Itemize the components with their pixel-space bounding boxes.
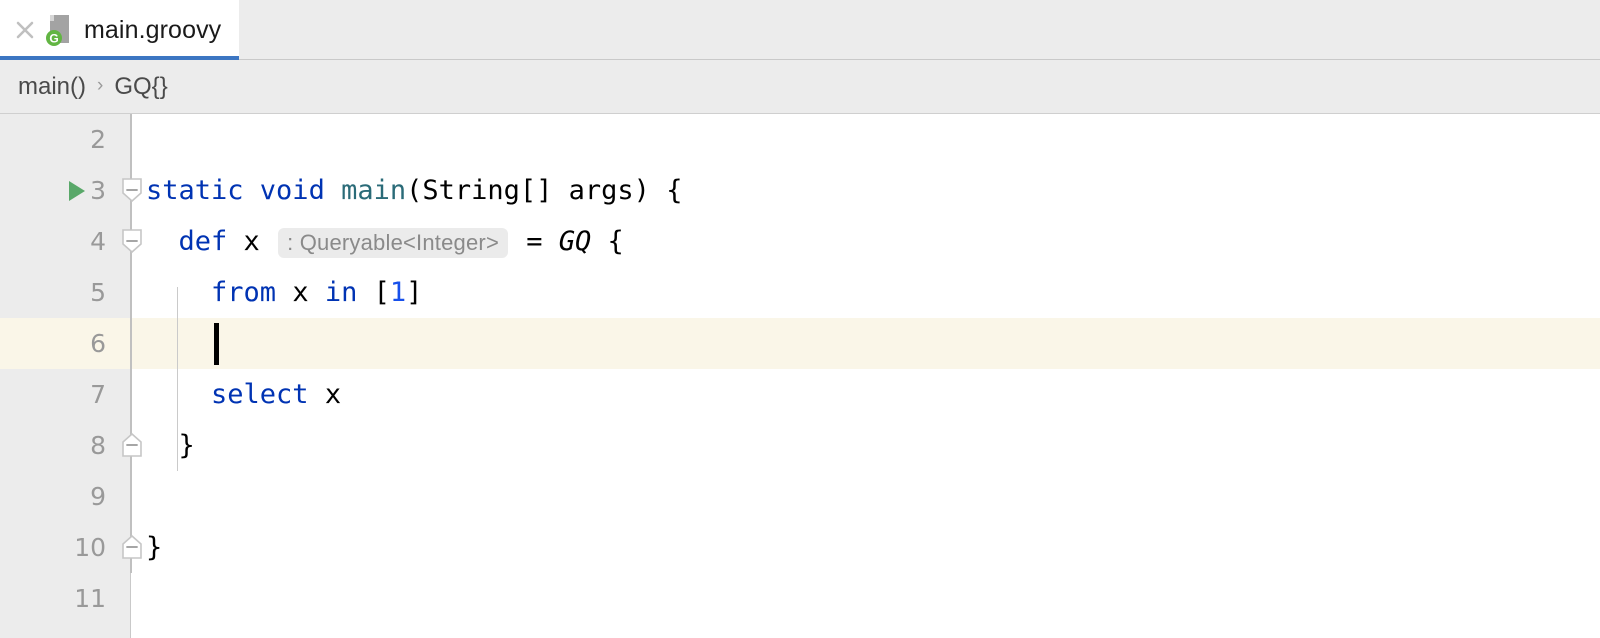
breadcrumb: main() › GQ{} [0, 60, 1600, 114]
line-number[interactable]: 10 [0, 533, 106, 562]
code-text[interactable]: from x in [1] [131, 267, 1600, 318]
close-icon[interactable] [10, 15, 40, 45]
line-number[interactable]: 2 [0, 125, 106, 154]
editor-tab-main-groovy[interactable]: G main.groovy [0, 0, 240, 60]
fold-expand-icon[interactable] [119, 533, 145, 563]
chevron-right-icon: › [97, 75, 104, 96]
code-line[interactable]: 2 [0, 114, 1600, 165]
code-line[interactable]: 6 [0, 318, 1600, 369]
code-token: 1 [389, 277, 407, 308]
code-line[interactable]: 8 } [0, 420, 1600, 471]
tab-active-underline [0, 56, 240, 60]
code-token: x [308, 379, 342, 410]
code-token: GQ [558, 225, 592, 257]
code-token: select [211, 379, 309, 410]
fold-expand-icon[interactable] [119, 431, 145, 461]
svg-text:G: G [49, 32, 58, 46]
editor-tab-bar: G main.groovy [0, 0, 1600, 60]
code-token: static [146, 175, 260, 206]
code-line[interactable]: 4 def x : Queryable<Integer> = GQ { [0, 216, 1600, 267]
code-token: (String[] args) { [406, 175, 683, 206]
code-text[interactable]: static void main(String[] args) { [131, 165, 1600, 216]
line-number[interactable]: 3 [0, 176, 106, 205]
line-number[interactable]: 5 [0, 278, 106, 307]
line-number[interactable]: 8 [0, 431, 106, 460]
code-token: [ [357, 277, 390, 308]
line-number[interactable]: 4 [0, 227, 106, 256]
text-caret [214, 323, 219, 365]
code-editor[interactable]: 2 3 static void main(String[] args) {4 def… [0, 114, 1600, 638]
inlay-type-hint: : Queryable<Integer> [278, 227, 508, 258]
breadcrumb-item-main[interactable]: main() [18, 73, 86, 101]
code-text[interactable]: } [131, 420, 1600, 471]
code-line[interactable]: 5 from x in [1] [0, 267, 1600, 318]
code-token: { [591, 225, 624, 257]
fold-collapse-icon[interactable] [119, 176, 145, 206]
code-token: ] [406, 277, 423, 308]
tab-title: main.groovy [84, 15, 222, 44]
code-token: def [178, 225, 228, 257]
code-line[interactable]: 11 [0, 573, 1600, 624]
code-line[interactable]: 3 static void main(String[] args) { [0, 165, 1600, 216]
code-text[interactable]: def x : Queryable<Integer> = GQ { [131, 216, 1600, 268]
code-line[interactable]: 9 [0, 471, 1600, 522]
code-token: } [146, 430, 195, 461]
run-icon[interactable] [63, 178, 89, 204]
groovy-file-icon: G [44, 13, 74, 47]
code-token: void [259, 175, 342, 206]
code-line[interactable]: 7 select x [0, 369, 1600, 420]
code-text[interactable]: select x [131, 369, 1600, 420]
code-token: x [227, 225, 277, 257]
fold-collapse-icon[interactable] [119, 227, 145, 257]
code-token: main [341, 175, 407, 206]
code-lines: 2 3 static void main(String[] args) {4 def… [0, 114, 1600, 624]
code-token: = [510, 225, 559, 257]
code-token: from [211, 277, 277, 308]
line-number[interactable]: 11 [0, 584, 106, 613]
code-line[interactable]: 10} [0, 522, 1600, 573]
line-number[interactable]: 6 [0, 329, 106, 358]
line-number[interactable]: 7 [0, 380, 106, 409]
code-token: } [146, 532, 163, 563]
line-number[interactable]: 9 [0, 482, 106, 511]
breadcrumb-item-gq[interactable]: GQ{} [114, 73, 167, 101]
code-token: x [276, 277, 325, 308]
code-text[interactable]: } [131, 522, 1600, 573]
code-token: in [324, 277, 358, 308]
